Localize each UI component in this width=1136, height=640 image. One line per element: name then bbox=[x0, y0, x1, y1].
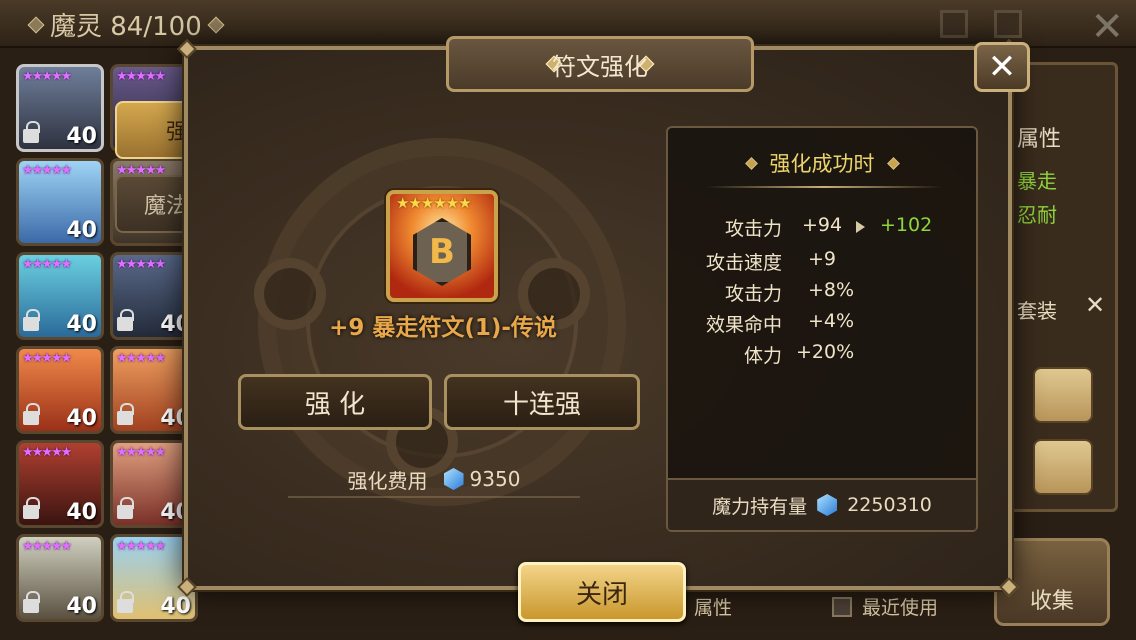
lock-icon bbox=[23, 403, 40, 425]
rune-hex-icon: B bbox=[413, 218, 471, 286]
enhance-10-button[interactable]: 十连强 bbox=[444, 374, 640, 430]
sub-stat-name: 攻击力 bbox=[724, 283, 782, 305]
diamond-icon bbox=[744, 156, 758, 170]
filter-recent-label: 最近使用 bbox=[862, 597, 939, 619]
enhance-button[interactable]: 强 化 bbox=[238, 374, 432, 430]
collect-label: 收集 bbox=[1029, 589, 1074, 614]
sub-stat-row: 攻击力 +8% bbox=[692, 279, 952, 305]
attribute-item: 忍耐 bbox=[1017, 203, 1057, 227]
star-icons: ★★★★★ bbox=[116, 539, 166, 554]
monster-level: 40 bbox=[66, 594, 97, 619]
rune-stars: ★★★★★★ bbox=[396, 194, 472, 212]
star-icons: ★★★★★ bbox=[22, 69, 72, 84]
rune-name: +9 暴走符文(1)-传说 bbox=[329, 315, 557, 341]
lock-icon bbox=[117, 591, 134, 613]
divider bbox=[706, 186, 942, 188]
sub-stat-name: 效果命中 bbox=[705, 314, 782, 336]
success-stats-panel: 强化成功时 攻击力 +94 +102 攻击速度 +9 攻击力 +8% 效果命中 … bbox=[666, 126, 978, 532]
right-attribute-panel: 属性 暴走 忍耐 套装 ✕ bbox=[1000, 62, 1118, 512]
rune-enhance-dialog: 符文强化 ✕ ★★★★★★ B +9 暴走符文(1)-传说 强 化 十连强 强化… bbox=[177, 36, 1030, 622]
mana-crystal-icon bbox=[443, 468, 464, 490]
filter-recent[interactable]: 最近使用 bbox=[832, 593, 938, 620]
cost-value: 9350 bbox=[469, 467, 521, 491]
monster-level: 40 bbox=[66, 312, 97, 337]
enhance-button-label: 强 化 bbox=[304, 389, 366, 420]
star-icons: ★★★★★ bbox=[22, 163, 72, 178]
lock-icon bbox=[23, 497, 40, 519]
close-button[interactable]: 关闭 bbox=[518, 562, 686, 622]
attribute-header: 属性 bbox=[1017, 127, 1062, 152]
sub-stat-row: 攻击速度 +9 bbox=[692, 248, 952, 274]
lock-icon bbox=[23, 121, 40, 143]
monster-card[interactable]: ★★★★★ 40 bbox=[16, 64, 104, 152]
sub-stat-value: +4% bbox=[808, 310, 855, 332]
monster-level: 40 bbox=[66, 500, 97, 525]
dialog-title-bar: 符文强化 bbox=[446, 36, 754, 92]
sub-stat-row: 效果命中 +4% bbox=[692, 310, 952, 336]
stats-header: 强化成功时 bbox=[668, 148, 976, 178]
mana-holdings: 魔力持有量 2250310 bbox=[668, 478, 976, 530]
diamond-icon bbox=[886, 156, 900, 170]
set-clear-icon[interactable]: ✕ bbox=[1085, 291, 1105, 319]
star-icons: ★★★★★ bbox=[116, 445, 166, 460]
monster-card[interactable]: ★★★★★ 40 bbox=[16, 440, 104, 528]
star-icons: ★★★★★ bbox=[22, 445, 72, 460]
monster-card[interactable]: ★★★★★ 40 bbox=[16, 346, 104, 434]
rune-icon: ★★★★★★ B bbox=[386, 190, 498, 302]
attribute-item: 暴走 bbox=[1017, 169, 1057, 193]
sub-stat-name: 体力 bbox=[743, 345, 782, 367]
filter-attribute-label: 属性 bbox=[694, 597, 733, 619]
enhance-10-button-label: 十连强 bbox=[502, 389, 581, 420]
star-icons: ★★★★★ bbox=[116, 351, 166, 366]
lock-icon bbox=[23, 591, 40, 613]
background-close-icon[interactable]: ✕ bbox=[1090, 4, 1124, 50]
main-stat-current: +94 bbox=[802, 214, 843, 236]
mana-crystal-icon bbox=[817, 494, 838, 516]
set-label: 套装 bbox=[1017, 299, 1057, 323]
monster-level: 40 bbox=[66, 406, 97, 431]
lock-icon bbox=[117, 309, 134, 331]
monster-box-title: 魔灵 84/100 bbox=[27, 6, 225, 43]
monster-card[interactable]: ★★★★★ 40 bbox=[16, 252, 104, 340]
star-icons: ★★★★★ bbox=[22, 539, 72, 554]
diamond-icon bbox=[207, 16, 225, 33]
list-view-icon[interactable] bbox=[940, 10, 968, 38]
checkbox-icon[interactable] bbox=[832, 596, 852, 617]
mana-label: 魔力持有量 bbox=[712, 495, 808, 518]
grid-view-icon[interactable] bbox=[994, 10, 1022, 38]
lock-icon bbox=[23, 309, 40, 331]
monster-card[interactable]: ★★★★★ 40 bbox=[16, 534, 104, 622]
diamond-icon bbox=[27, 16, 45, 33]
sub-stat-value: +8% bbox=[808, 279, 855, 301]
lock-icon bbox=[117, 403, 134, 425]
cost-label: 强化费用 bbox=[347, 468, 428, 493]
main-stat-next: +102 bbox=[880, 214, 933, 236]
sub-stat-row: 体力 +20% bbox=[692, 341, 952, 367]
star-icons: ★★★★★ bbox=[22, 351, 72, 366]
monster-level: 40 bbox=[66, 218, 97, 243]
star-icons: ★★★★★ bbox=[22, 257, 72, 272]
rune-filter-button[interactable] bbox=[1033, 367, 1093, 423]
arrow-right-icon bbox=[856, 221, 865, 233]
dialog-title: 符文强化 bbox=[552, 52, 648, 81]
close-button-label: 关闭 bbox=[575, 579, 628, 610]
mana-value: 2250310 bbox=[847, 494, 932, 516]
main-stat-name: 攻击力 bbox=[724, 218, 782, 240]
enhance-cost: 强化费用 9350 bbox=[288, 462, 580, 498]
sell-bag-button[interactable] bbox=[1033, 439, 1093, 495]
star-icons: ★★★★★ bbox=[116, 69, 166, 84]
close-icon[interactable]: ✕ bbox=[974, 42, 1030, 92]
main-stat-row: 攻击力 +94 +102 bbox=[692, 214, 952, 240]
sub-stat-name: 攻击速度 bbox=[705, 252, 782, 274]
lock-icon bbox=[117, 497, 134, 519]
monster-level: 40 bbox=[66, 124, 97, 149]
rune-glyph: B bbox=[429, 232, 455, 272]
star-icons: ★★★★★ bbox=[116, 257, 166, 272]
monster-count-label: 魔灵 84/100 bbox=[50, 12, 202, 42]
sub-stat-value: +20% bbox=[796, 341, 855, 363]
sub-stat-value: +9 bbox=[808, 248, 837, 270]
stats-header-label: 强化成功时 bbox=[769, 152, 875, 176]
monster-card[interactable]: ★★★★★ 40 bbox=[16, 158, 104, 246]
